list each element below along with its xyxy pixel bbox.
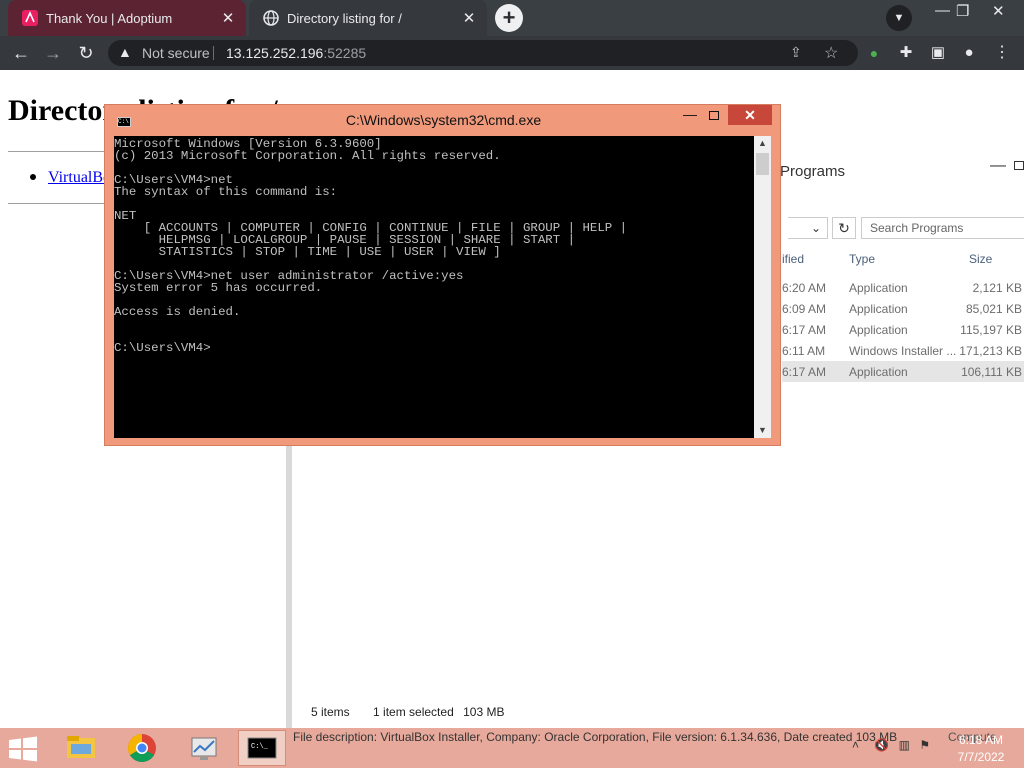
divider bbox=[213, 46, 214, 60]
scroll-up-arrow-icon[interactable]: ▲ bbox=[754, 136, 771, 151]
file-row[interactable]: 6:20 AM Application 2,121 KB bbox=[782, 277, 1024, 298]
refresh-icon[interactable]: ↻ bbox=[832, 217, 856, 239]
cmd-icon: C:\_ bbox=[247, 737, 277, 759]
column-header-type[interactable]: Type bbox=[849, 252, 875, 266]
file-modified: 6:09 AM bbox=[782, 302, 827, 316]
address-dropdown-chevron-icon[interactable]: ⌄ bbox=[788, 217, 828, 239]
clock-date: 7/7/2022 bbox=[957, 750, 1005, 764]
address-bar[interactable]: ▲ Not secure 13.125.252.196:52285 ⇪ ☆ bbox=[108, 40, 858, 66]
file-modified: 6:20 AM bbox=[782, 281, 827, 295]
chrome-icon[interactable] bbox=[118, 730, 166, 766]
file-size: 171,213 KB bbox=[959, 344, 1022, 358]
console-text: Microsoft Windows [Version 6.3.9600] (c)… bbox=[114, 137, 628, 355]
file-row[interactable]: 6:11 AM Windows Installer ... 171,213 KB bbox=[782, 340, 1024, 361]
vertical-scrollbar[interactable]: ▲ ▼ bbox=[754, 136, 771, 438]
taskbar: C:\_ File description: VirtualBox Instal… bbox=[0, 728, 1024, 768]
close-button[interactable]: ✕ bbox=[992, 2, 1005, 20]
file-modified: 6:17 AM bbox=[782, 323, 827, 337]
warning-icon[interactable]: ▲ bbox=[118, 44, 132, 60]
explorer-maximize-button[interactable] bbox=[1014, 161, 1024, 170]
file-explorer-icon[interactable] bbox=[57, 730, 105, 766]
extensions-puzzle-icon[interactable]: ✚ bbox=[894, 41, 918, 65]
back-arrow-icon[interactable]: ← bbox=[9, 41, 33, 65]
system-tray[interactable]: ˄ 🔇 ▥ ⚑ bbox=[852, 738, 930, 752]
svg-text:C:\_: C:\_ bbox=[251, 743, 269, 751]
tab-adoptium[interactable]: Thank You | Adoptium ✕ bbox=[8, 0, 246, 36]
column-header-size[interactable]: Size bbox=[969, 252, 992, 266]
url-host: 13.125.252.196 bbox=[226, 45, 324, 61]
file-modified: 6:17 AM bbox=[782, 365, 827, 379]
explorer-status-bar: 5 items 1 item selected 103 MB bbox=[311, 705, 504, 719]
file-row-selected[interactable]: 6:17 AM Application 106,111 KB bbox=[782, 361, 1024, 382]
globe-icon bbox=[263, 10, 279, 26]
volume-muted-icon[interactable]: 🔇 bbox=[874, 738, 889, 752]
file-type: Application bbox=[849, 302, 908, 316]
scroll-down-arrow-icon[interactable]: ▼ bbox=[754, 423, 771, 438]
file-type: Application bbox=[849, 281, 908, 295]
file-description-tooltip: File description: VirtualBox Installer, … bbox=[293, 730, 898, 744]
cmd-maximize-button[interactable] bbox=[709, 111, 719, 120]
server-manager-icon[interactable] bbox=[180, 730, 228, 766]
cmd-window[interactable]: C:\ C:\Windows\system32\cmd.exe — ✕ Micr… bbox=[104, 104, 781, 446]
explorer-title: Programs bbox=[780, 163, 846, 180]
column-header-modified[interactable]: ified bbox=[782, 252, 804, 266]
file-size: 85,021 KB bbox=[965, 302, 1022, 316]
windows-start-icon[interactable] bbox=[8, 736, 38, 762]
action-center-icon[interactable]: ⚑ bbox=[919, 738, 930, 752]
file-type: Windows Installer ... bbox=[849, 344, 957, 358]
clock-time: 6:18 AM bbox=[958, 733, 1004, 747]
file-size: 2,121 KB bbox=[972, 281, 1022, 295]
file-row[interactable]: 6:17 AM Application 115,197 KB bbox=[782, 319, 1024, 340]
file-type: Application bbox=[849, 365, 908, 379]
url-text[interactable]: 13.125.252.196:52285 bbox=[226, 45, 366, 61]
list-bullet bbox=[30, 174, 36, 180]
adoptium-icon bbox=[22, 10, 38, 26]
explorer-search-input[interactable]: Search Programs bbox=[861, 217, 1024, 239]
tab-title: Directory listing for / bbox=[287, 10, 402, 26]
profile-avatar-icon[interactable]: ● bbox=[957, 41, 981, 65]
tab-close-icon[interactable]: ✕ bbox=[459, 9, 479, 27]
file-size: 106,111 KB bbox=[961, 365, 1022, 379]
new-tab-button[interactable]: + bbox=[495, 4, 523, 32]
selection-count: 1 item selected bbox=[373, 705, 454, 719]
cmd-window-title: C:\Windows\system32\cmd.exe bbox=[345, 112, 542, 128]
file-modified: 6:11 AM bbox=[782, 344, 826, 358]
tab-title: Thank You | Adoptium bbox=[46, 10, 173, 26]
reload-icon[interactable]: ↻ bbox=[74, 41, 98, 65]
cmd-taskbar-button[interactable]: C:\_ bbox=[238, 730, 286, 766]
file-type: Application bbox=[849, 323, 908, 337]
forward-arrow-icon[interactable]: → bbox=[41, 41, 65, 65]
cmd-minimize-button[interactable]: — bbox=[683, 106, 697, 122]
side-panel-icon[interactable]: ▣ bbox=[926, 41, 950, 65]
extension-globe-icon[interactable]: ● bbox=[862, 41, 886, 65]
browser-toolbar: ← → ↻ ▲ Not secure 13.125.252.196:52285 … bbox=[0, 36, 1024, 70]
tab-close-icon[interactable]: ✕ bbox=[218, 9, 238, 27]
minimize-button[interactable]: — bbox=[935, 2, 950, 19]
bookmark-star-icon[interactable]: ☆ bbox=[824, 43, 838, 63]
tab-directory-listing[interactable]: Directory listing for / ✕ bbox=[249, 0, 487, 36]
security-label[interactable]: Not secure bbox=[142, 45, 210, 61]
share-icon[interactable]: ⇪ bbox=[790, 44, 802, 61]
browser-tab-strip: Thank You | Adoptium ✕ Directory listing… bbox=[0, 0, 1024, 36]
item-count: 5 items bbox=[311, 705, 350, 719]
file-row[interactable]: 6:09 AM Application 85,021 KB bbox=[782, 298, 1024, 319]
taskbar-clock[interactable]: 6:18 AM 7/7/2022 bbox=[952, 732, 1010, 766]
menu-kebab-icon[interactable]: ⋮ bbox=[990, 41, 1014, 65]
url-port: :52285 bbox=[323, 45, 367, 61]
tray-chevron-up-icon[interactable]: ˄ bbox=[852, 738, 859, 752]
console-output[interactable]: Microsoft Windows [Version 6.3.9600] (c)… bbox=[114, 136, 754, 438]
network-icon[interactable]: ▥ bbox=[899, 738, 910, 752]
selection-size: 103 MB bbox=[463, 705, 505, 719]
restore-button[interactable]: ❐ bbox=[956, 2, 969, 20]
tab-search-button[interactable]: ▼ bbox=[886, 5, 912, 31]
scroll-thumb[interactable] bbox=[756, 153, 769, 175]
explorer-minimize-button[interactable]: — bbox=[990, 157, 1006, 175]
cmd-close-button[interactable]: ✕ bbox=[728, 105, 772, 125]
file-size: 115,197 KB bbox=[960, 323, 1022, 337]
desktop: Thank You | Adoptium ✕ Directory listing… bbox=[0, 0, 1024, 768]
